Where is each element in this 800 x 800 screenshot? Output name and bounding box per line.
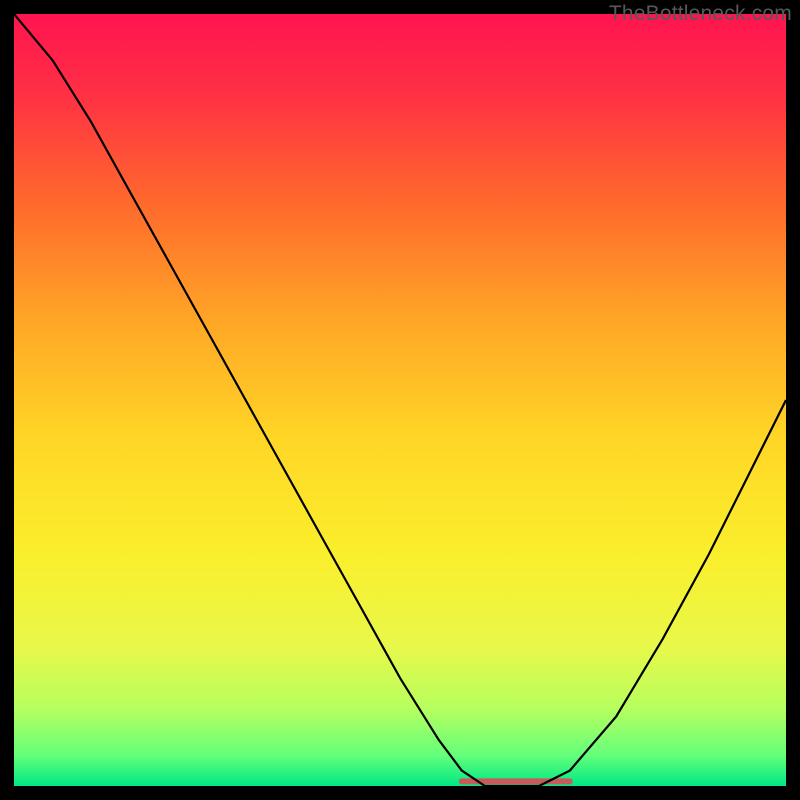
bottleneck-chart [14,14,786,786]
watermark-text: TheBottleneck.com [609,2,792,26]
gradient-background [14,14,786,786]
chart-frame [14,14,786,786]
